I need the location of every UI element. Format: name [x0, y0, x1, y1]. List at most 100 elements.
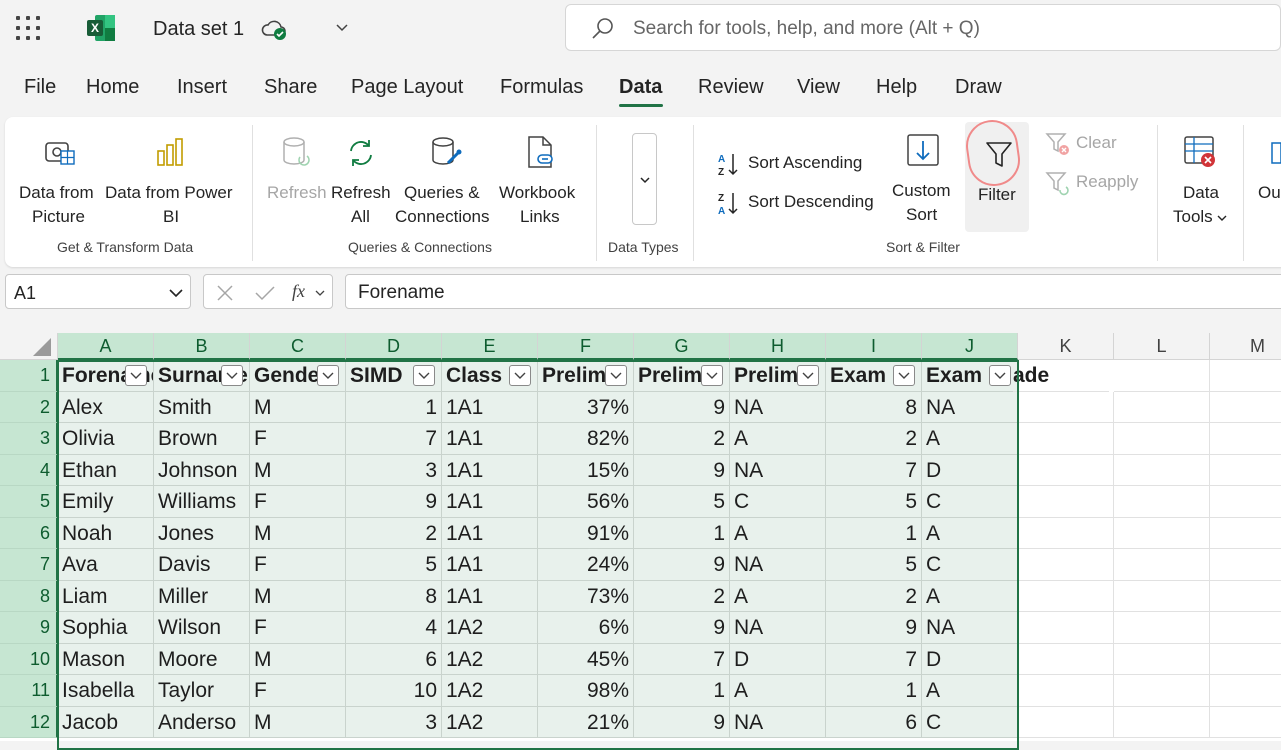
cell-l10[interactable]	[1114, 643, 1210, 675]
cell-m8[interactable]	[1210, 580, 1281, 612]
cell-l12[interactable]	[1114, 706, 1210, 738]
chevron-down-icon[interactable]	[315, 289, 325, 297]
cell-k1[interactable]: ade	[1013, 360, 1109, 392]
tab-file[interactable]: File	[24, 76, 56, 99]
column-header-f[interactable]: F	[538, 333, 634, 360]
cell-j3[interactable]: A	[922, 423, 1018, 455]
chevron-down-icon[interactable]	[168, 285, 184, 301]
cell-c6[interactable]: M	[250, 517, 346, 549]
cell-d12[interactable]: 3	[346, 706, 442, 738]
cell-e5[interactable]: 1A1	[442, 486, 538, 518]
cell-g2[interactable]: 9	[634, 391, 730, 423]
row-header-1[interactable]: 1	[0, 360, 58, 392]
tab-insert[interactable]: Insert	[177, 76, 227, 99]
cell-c11[interactable]: F	[250, 675, 346, 707]
cell-k10[interactable]	[1018, 643, 1114, 675]
cell-g7[interactable]: 9	[634, 549, 730, 581]
cell-j6[interactable]: A	[922, 517, 1018, 549]
cell-m6[interactable]	[1210, 517, 1281, 549]
cell-m1[interactable]	[1210, 360, 1281, 392]
cell-k4[interactable]	[1018, 454, 1114, 486]
cell-m2[interactable]	[1210, 391, 1281, 423]
cell-h6[interactable]: A	[730, 517, 826, 549]
cell-h2[interactable]: NA	[730, 391, 826, 423]
cell-h11[interactable]: A	[730, 675, 826, 707]
document-title[interactable]: Data set 1	[153, 18, 244, 41]
cell-k8[interactable]	[1018, 580, 1114, 612]
cell-l6[interactable]	[1114, 517, 1210, 549]
cell-g8[interactable]: 2	[634, 580, 730, 612]
cell-g4[interactable]: 9	[634, 454, 730, 486]
cell-g9[interactable]: 9	[634, 612, 730, 644]
cell-c10[interactable]: M	[250, 643, 346, 675]
data-types-gallery-button[interactable]	[632, 133, 657, 225]
cell-g6[interactable]: 1	[634, 517, 730, 549]
filter-dropdown-button[interactable]	[125, 365, 147, 386]
cell-d7[interactable]: 5	[346, 549, 442, 581]
cell-m12[interactable]	[1210, 706, 1281, 738]
column-header-c[interactable]: C	[250, 333, 346, 360]
cell-j5[interactable]: C	[922, 486, 1018, 518]
cell-h4[interactable]: NA	[730, 454, 826, 486]
cell-b2[interactable]: Smith	[154, 391, 250, 423]
cell-c7[interactable]: F	[250, 549, 346, 581]
column-header-i[interactable]: I	[826, 333, 922, 360]
cell-m7[interactable]	[1210, 549, 1281, 581]
cell-j12[interactable]: C	[922, 706, 1018, 738]
cell-m11[interactable]	[1210, 675, 1281, 707]
tab-view[interactable]: View	[797, 76, 840, 99]
cell-i7[interactable]: 5	[826, 549, 922, 581]
cell-g3[interactable]: 2	[634, 423, 730, 455]
cell-l9[interactable]	[1114, 612, 1210, 644]
cell-b10[interactable]: Moore	[154, 643, 250, 675]
cell-d3[interactable]: 7	[346, 423, 442, 455]
cell-f7[interactable]: 24%	[538, 549, 634, 581]
column-header-l[interactable]: L	[1114, 333, 1210, 360]
cell-k11[interactable]	[1018, 675, 1114, 707]
cell-k6[interactable]	[1018, 517, 1114, 549]
cell-g12[interactable]: 9	[634, 706, 730, 738]
cell-i3[interactable]: 2	[826, 423, 922, 455]
cell-m5[interactable]	[1210, 486, 1281, 518]
cell-d4[interactable]: 3	[346, 454, 442, 486]
cell-i4[interactable]: 7	[826, 454, 922, 486]
cell-c4[interactable]: M	[250, 454, 346, 486]
tab-draw[interactable]: Draw	[955, 76, 1002, 99]
cell-k5[interactable]	[1018, 486, 1114, 518]
cell-h3[interactable]: A	[730, 423, 826, 455]
cell-d5[interactable]: 9	[346, 486, 442, 518]
cell-b11[interactable]: Taylor	[154, 675, 250, 707]
filter-dropdown-button[interactable]	[317, 365, 339, 386]
cell-h7[interactable]: NA	[730, 549, 826, 581]
cell-e8[interactable]: 1A1	[442, 580, 538, 612]
tab-home[interactable]: Home	[86, 76, 139, 99]
cell-j4[interactable]: D	[922, 454, 1018, 486]
cell-h5[interactable]: C	[730, 486, 826, 518]
cell-l1[interactable]	[1114, 360, 1210, 392]
column-header-b[interactable]: B	[154, 333, 250, 360]
cell-b7[interactable]: Davis	[154, 549, 250, 581]
row-header-10[interactable]: 10	[0, 643, 58, 675]
cell-a2[interactable]: Alex	[58, 391, 154, 423]
tab-page-layout[interactable]: Page Layout	[351, 76, 463, 99]
column-header-e[interactable]: E	[442, 333, 538, 360]
cell-d6[interactable]: 2	[346, 517, 442, 549]
cell-k7[interactable]	[1018, 549, 1114, 581]
cell-h9[interactable]: NA	[730, 612, 826, 644]
filter-dropdown-button[interactable]	[413, 365, 435, 386]
cell-a4[interactable]: Ethan	[58, 454, 154, 486]
cell-m10[interactable]	[1210, 643, 1281, 675]
cell-g5[interactable]: 5	[634, 486, 730, 518]
cell-d2[interactable]: 1	[346, 391, 442, 423]
cell-i8[interactable]: 2	[826, 580, 922, 612]
cell-c8[interactable]: M	[250, 580, 346, 612]
row-header-4[interactable]: 4	[0, 454, 58, 486]
cell-j2[interactable]: NA	[922, 391, 1018, 423]
cell-l7[interactable]	[1114, 549, 1210, 581]
row-header-6[interactable]: 6	[0, 517, 58, 549]
column-header-k[interactable]: K	[1018, 333, 1114, 360]
cell-l8[interactable]	[1114, 580, 1210, 612]
cell-a6[interactable]: Noah	[58, 517, 154, 549]
cell-j11[interactable]: A	[922, 675, 1018, 707]
cell-b9[interactable]: Wilson	[154, 612, 250, 644]
